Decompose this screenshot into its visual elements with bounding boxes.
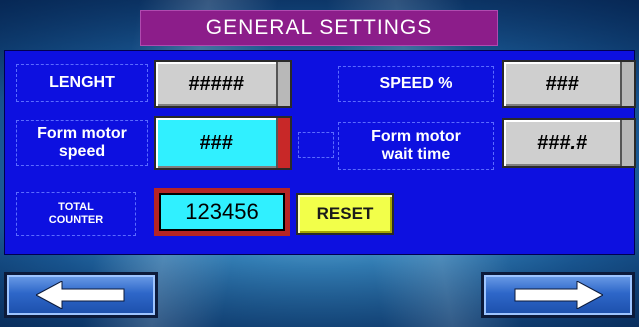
length-field[interactable]: ##### [154,60,292,108]
length-label: LENGHT [16,64,148,102]
form-motor-speed-label: Form motor speed [16,120,148,166]
back-button[interactable] [4,272,158,318]
page-title: GENERAL SETTINGS [140,10,498,46]
form-motor-wait-field-handle [620,120,634,166]
reset-button[interactable]: RESET [296,193,394,235]
speed-pct-field[interactable]: ### [502,60,636,108]
form-motor-speed-value: ### [199,131,233,154]
speed-pct-field-handle [620,62,634,106]
arrow-right-icon [513,281,603,309]
total-counter-frame: 123456 [154,188,290,236]
form-motor-speed-field[interactable]: ### [154,116,292,170]
speed-pct-label: SPEED % [338,66,494,102]
form-motor-wait-field[interactable]: ###.# [502,118,636,168]
next-button[interactable] [481,272,635,318]
placeholder-box [298,132,334,158]
total-counter-value: 123456 [159,193,285,231]
length-field-handle [276,62,290,106]
arrow-left-icon [36,281,126,309]
form-motor-speed-field-handle [276,118,290,168]
speed-pct-value: ### [545,72,579,95]
form-motor-wait-value: ###.# [536,131,588,154]
length-value: ##### [188,72,244,95]
form-motor-wait-label: Form motor wait time [338,122,494,170]
total-counter-label: TOTAL COUNTER [16,192,136,236]
